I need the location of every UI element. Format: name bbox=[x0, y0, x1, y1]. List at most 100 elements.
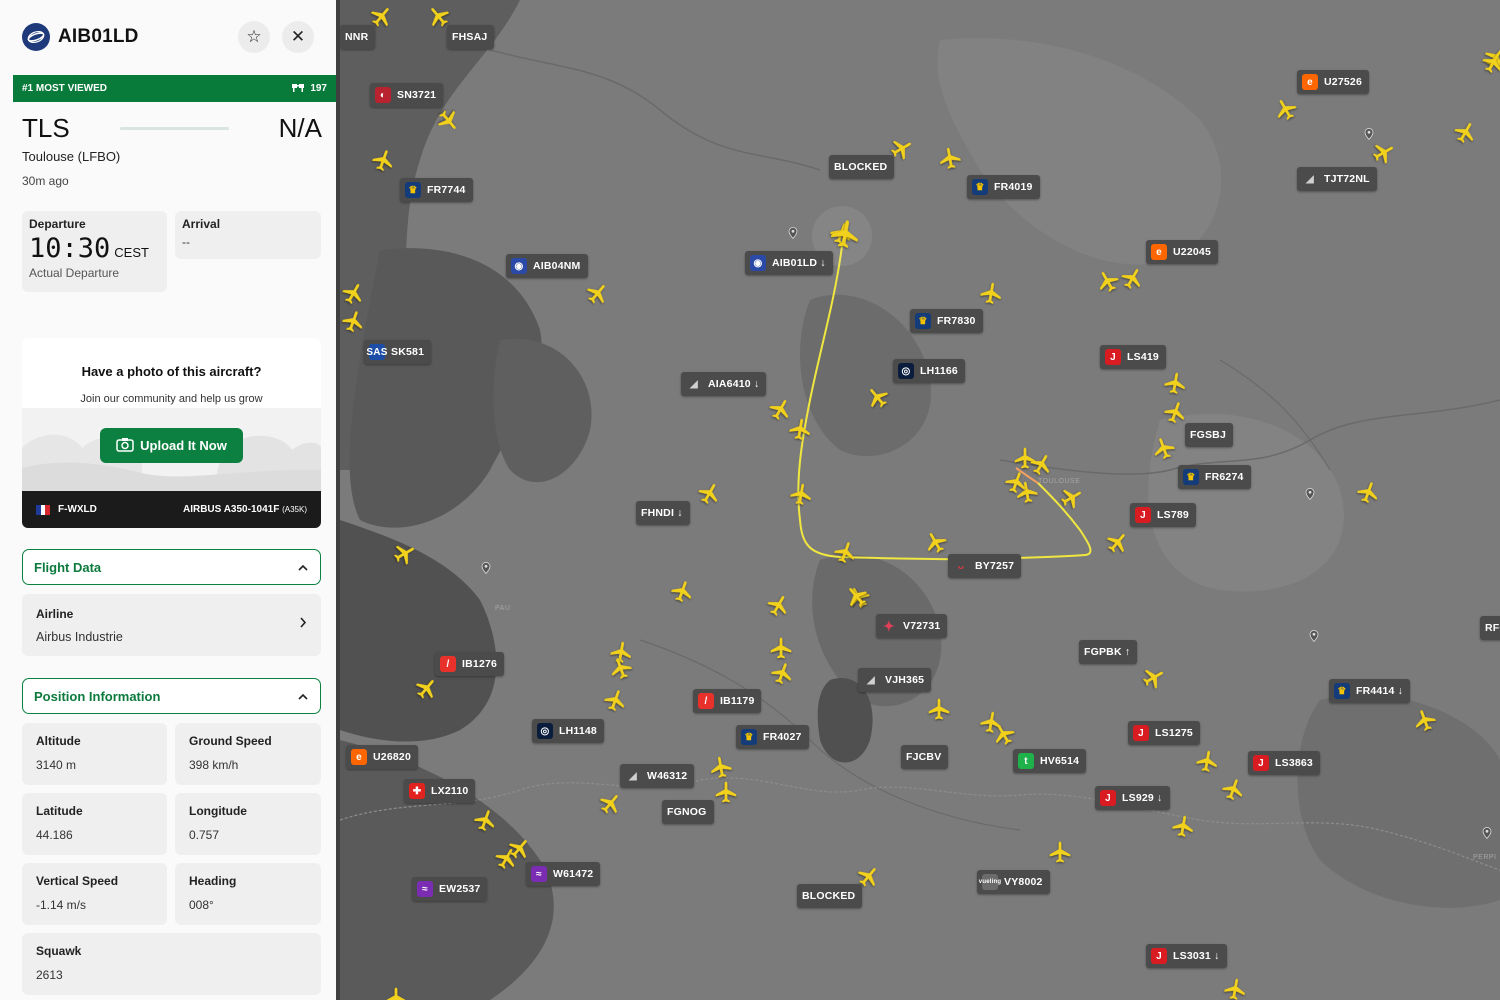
departure-timezone: CEST bbox=[114, 245, 149, 260]
airline-logo-icon: / bbox=[440, 656, 456, 672]
flight-label-w46312[interactable]: ◢ W46312 bbox=[620, 764, 695, 788]
airline-logo-icon: ✚ bbox=[409, 783, 425, 799]
aircraft-type[interactable]: AIRBUS A350-1041F (A35K) bbox=[183, 504, 307, 515]
favorite-star-icon[interactable]: ☆ bbox=[238, 21, 270, 53]
flight-label-fr4019[interactable]: ♛ FR4019 bbox=[967, 175, 1040, 199]
aircraft-icon[interactable] bbox=[926, 697, 952, 723]
airport-pin-icon[interactable] bbox=[1364, 127, 1374, 141]
flight-label-vjh365[interactable]: ◢ VJH365 bbox=[858, 668, 932, 692]
flight-label-fjcbv[interactable]: FJCBV bbox=[901, 745, 949, 769]
flight-label-by7257[interactable]: ᴗ BY7257 bbox=[948, 554, 1022, 578]
flight-label-fgpbk[interactable]: FGPBK ↑ bbox=[1079, 640, 1138, 664]
airport-pin-icon[interactable] bbox=[1309, 629, 1319, 643]
flight-label-text: FJCBV bbox=[906, 751, 942, 763]
flight-label-ls3031[interactable]: J LS3031 ↓ bbox=[1146, 944, 1227, 968]
flight-label-text: AIB01LD ↓ bbox=[772, 257, 826, 269]
flight-label-fr7830[interactable]: ♛ FR7830 bbox=[910, 309, 983, 333]
flight-label-v72731[interactable]: ✦ V72731 bbox=[876, 614, 948, 638]
flight-label-nnr[interactable]: NNR bbox=[340, 25, 376, 49]
flight-label-fr4414[interactable]: ♛ FR4414 ↓ bbox=[1329, 679, 1411, 703]
flight-label-vy8002[interactable]: vueling VY8002 bbox=[977, 870, 1050, 894]
airline-logo-icon: ≈ bbox=[531, 866, 547, 882]
airline-logo-icon: ◐ bbox=[375, 87, 391, 103]
airport-pin-icon[interactable] bbox=[1482, 826, 1492, 840]
latitude-label: Latitude bbox=[36, 804, 83, 818]
arrival-card: Arrival -- bbox=[175, 211, 321, 259]
aircraft-icon[interactable] bbox=[1047, 840, 1073, 866]
aircraft-icon[interactable] bbox=[706, 753, 736, 783]
upload-photo-button[interactable]: Upload It Now bbox=[100, 428, 243, 463]
aircraft-icon[interactable] bbox=[383, 986, 409, 1000]
aircraft-registration[interactable]: F-WXLD bbox=[58, 504, 97, 515]
airport-pin-icon[interactable] bbox=[788, 226, 798, 240]
aircraft-icon[interactable] bbox=[935, 144, 965, 174]
flight-data-title: Flight Data bbox=[34, 559, 102, 575]
flight-label-ls3863[interactable]: J LS3863 bbox=[1248, 751, 1320, 775]
origin-code[interactable]: TLS bbox=[22, 113, 70, 144]
flight-label-fr7744[interactable]: ♛ FR7744 bbox=[400, 178, 473, 202]
flight-label-text: FGPBK ↑ bbox=[1084, 646, 1131, 658]
flight-label-text: LS419 bbox=[1127, 351, 1159, 363]
flight-label-blocked1[interactable]: BLOCKED bbox=[829, 155, 895, 179]
flight-label-lh1148[interactable]: ◎ LH1148 bbox=[532, 719, 604, 743]
flight-label-hv6514[interactable]: t HV6514 bbox=[1013, 749, 1087, 773]
flight-label-tjt72nl[interactable]: ◢ TJT72NL bbox=[1297, 167, 1377, 191]
flight-label-text: LS3863 bbox=[1275, 757, 1313, 769]
flight-label-ls929[interactable]: J LS929 ↓ bbox=[1095, 786, 1170, 810]
flight-label-fhsaj[interactable]: FHSAJ bbox=[447, 25, 495, 49]
flight-label-u26820[interactable]: e U26820 bbox=[346, 745, 418, 769]
flight-label-lx2110[interactable]: ✚ LX2110 bbox=[404, 779, 476, 803]
flight-label-blocked2[interactable]: BLOCKED bbox=[797, 884, 863, 908]
aircraft-icon[interactable] bbox=[976, 279, 1006, 309]
aircraft-icon[interactable] bbox=[785, 415, 815, 445]
airline-logo-icon: e bbox=[1151, 244, 1167, 260]
flight-label-aia6410[interactable]: ◢ AIA6410 ↓ bbox=[681, 372, 767, 396]
flight-label-ls1275[interactable]: J LS1275 bbox=[1128, 721, 1200, 745]
airport-pin-icon[interactable] bbox=[1305, 487, 1315, 501]
flight-label-fgnog[interactable]: FGNOG bbox=[662, 800, 714, 824]
aircraft-icon[interactable] bbox=[1192, 747, 1222, 777]
flight-label-text: VY8002 bbox=[1004, 876, 1043, 888]
airline-logo-icon: ◢ bbox=[867, 674, 875, 686]
position-information-title: Position Information bbox=[34, 688, 161, 704]
flight-label-rfc[interactable]: RFC bbox=[1480, 616, 1500, 640]
aircraft-icon[interactable] bbox=[1168, 812, 1198, 842]
aircraft-icon[interactable] bbox=[1160, 369, 1190, 399]
altitude-label: Altitude bbox=[36, 734, 81, 748]
flight-label-aib04nm[interactable]: ◉ AIB04NM bbox=[506, 254, 588, 278]
arrival-value: -- bbox=[182, 235, 190, 249]
airline-logo-icon: ◢ bbox=[1306, 173, 1314, 185]
flight-label-aib01ld[interactable]: ◉ AIB01LD ↓ bbox=[745, 251, 833, 275]
flight-label-sn3721[interactable]: ◐ SN3721 bbox=[370, 83, 444, 107]
flight-label-w61472[interactable]: ≈ W61472 bbox=[526, 862, 601, 886]
flight-label-fgsbj[interactable]: FGSBJ bbox=[1185, 423, 1234, 447]
flight-label-fr6274[interactable]: ♛ FR6274 bbox=[1178, 465, 1251, 489]
flight-label-lh1166[interactable]: ◎ LH1166 bbox=[893, 359, 965, 383]
airline-logo-icon: ᴗ bbox=[957, 560, 965, 572]
aircraft-icon[interactable] bbox=[1220, 975, 1250, 1000]
airline-row[interactable]: Airline Airbus Industrie bbox=[22, 594, 321, 656]
flight-label-ib1276[interactable]: / IB1276 bbox=[435, 652, 505, 676]
selected-aircraft-icon[interactable] bbox=[825, 215, 864, 254]
flight-label-ls789[interactable]: J LS789 bbox=[1130, 503, 1196, 527]
position-information-section-toggle[interactable]: Position Information bbox=[22, 678, 321, 714]
flight-label-fhndi[interactable]: FHNDI ↓ bbox=[636, 501, 690, 525]
flight-label-text: IB1276 bbox=[462, 658, 498, 670]
flight-label-u22045[interactable]: e U22045 bbox=[1146, 240, 1218, 264]
flight-label-ew2537[interactable]: ≈ EW2537 bbox=[412, 877, 488, 901]
flight-data-section-toggle[interactable]: Flight Data bbox=[22, 549, 321, 585]
flight-label-fr4027[interactable]: ♛ FR4027 bbox=[736, 725, 809, 749]
flight-label-u27526[interactable]: e U27526 bbox=[1297, 70, 1369, 94]
flight-callsign: AIB01LD bbox=[58, 26, 139, 47]
aircraft-icon[interactable] bbox=[786, 480, 816, 510]
flight-label-ls419[interactable]: J LS419 bbox=[1100, 345, 1166, 369]
aircraft-icon[interactable] bbox=[768, 636, 794, 662]
aircraft-icon[interactable] bbox=[713, 780, 739, 806]
flight-label-sk581[interactable]: SAS SK581 bbox=[364, 340, 432, 364]
airline-logo-icon: t bbox=[1018, 753, 1034, 769]
close-icon[interactable]: ✕ bbox=[282, 21, 314, 53]
origin-city: Toulouse (LFBO) bbox=[22, 149, 121, 164]
flight-map[interactable]: TOULOUSE PAU PERPI NNR FHSAJ ◐ SN3721 ♛ FR774… bbox=[340, 0, 1500, 1000]
airport-pin-icon[interactable] bbox=[481, 561, 491, 575]
flight-label-ib1179[interactable]: / IB1179 bbox=[693, 689, 762, 713]
